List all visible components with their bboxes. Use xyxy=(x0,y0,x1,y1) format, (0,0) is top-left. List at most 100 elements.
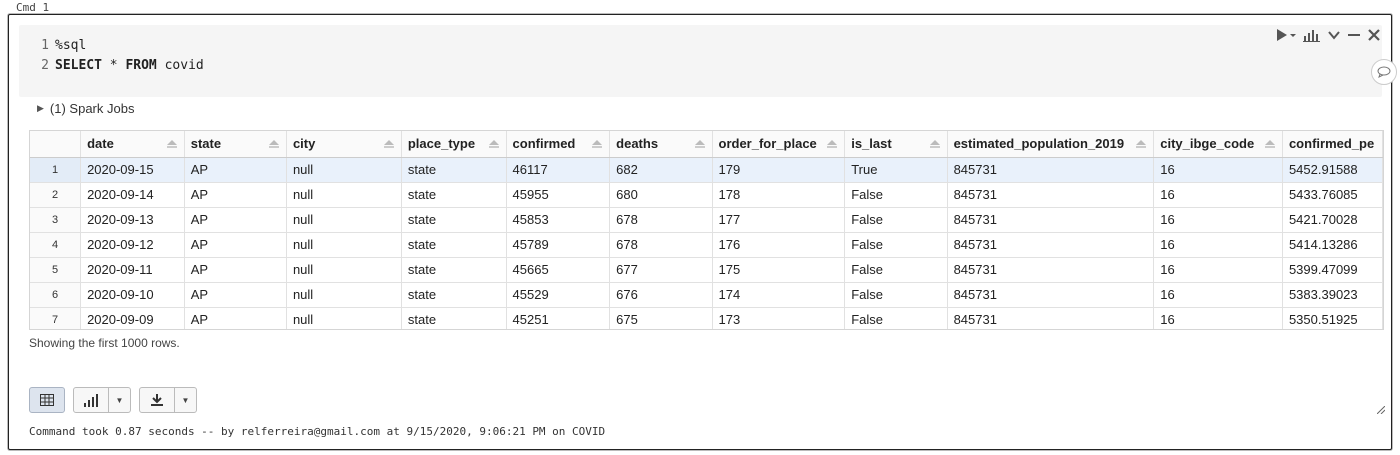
chart-view-button[interactable]: ▼ xyxy=(73,387,131,413)
table-cell-city-ibge-code[interactable]: 16 xyxy=(1153,207,1283,233)
table-cell-is-last[interactable]: False xyxy=(844,207,948,233)
table-cell-is-last[interactable]: True xyxy=(844,157,948,183)
row-number[interactable]: 5 xyxy=(30,257,82,283)
column-header-city[interactable]: city xyxy=(286,131,402,158)
table-cell-is-last[interactable]: False xyxy=(844,307,948,329)
table-cell-date[interactable]: 2020-09-10 xyxy=(80,282,185,308)
column-header-state[interactable]: state xyxy=(184,131,287,158)
sort-icon[interactable] xyxy=(929,138,941,150)
row-number[interactable]: 1 xyxy=(30,157,82,183)
table-cell-confirmed-pe[interactable]: 5414.13286 xyxy=(1282,232,1383,258)
table-cell-place-type[interactable]: state xyxy=(401,207,507,233)
minimize-icon[interactable] xyxy=(1347,26,1361,44)
table-cell-confirmed-pe[interactable]: 5433.76085 xyxy=(1282,182,1383,208)
row-number[interactable]: 2 xyxy=(30,182,82,208)
table-row[interactable]: 7 2020-09-09 AP null state 45251 675 173 False 84… xyxy=(30,307,1383,329)
table-cell-is-last[interactable]: False xyxy=(844,232,948,258)
table-cell-city-ibge-code[interactable]: 16 xyxy=(1153,307,1283,329)
resize-handle-icon[interactable] xyxy=(1376,401,1386,415)
table-cell-city[interactable]: null xyxy=(286,257,402,283)
table-cell-confirmed[interactable]: 45665 xyxy=(506,257,611,283)
table-cell-city-ibge-code[interactable]: 16 xyxy=(1153,282,1283,308)
table-cell-order-for-place[interactable]: 177 xyxy=(712,207,846,233)
table-cell-order-for-place[interactable]: 178 xyxy=(712,182,846,208)
code-line-2[interactable]: 2 SELECT * FROM covid xyxy=(19,56,204,76)
table-row[interactable]: 5 2020-09-11 AP null state 45665 677 175 False 84… xyxy=(30,257,1383,283)
row-number[interactable]: 4 xyxy=(30,232,82,258)
table-cell-date[interactable]: 2020-09-15 xyxy=(80,157,185,183)
table-cell-confirmed[interactable]: 45955 xyxy=(506,182,611,208)
sort-icon[interactable] xyxy=(268,138,280,150)
table-cell-deaths[interactable]: 678 xyxy=(609,207,713,233)
table-cell-state[interactable]: AP xyxy=(184,232,287,258)
column-header-city-ibge-code[interactable]: city_ibge_code xyxy=(1153,131,1283,158)
table-cell-state[interactable]: AP xyxy=(184,157,287,183)
table-cell-estimated-population-2019[interactable]: 845731 xyxy=(947,182,1155,208)
row-number[interactable]: 7 xyxy=(30,307,82,329)
table-cell-confirmed[interactable]: 46117 xyxy=(506,157,611,183)
table-cell-state[interactable]: AP xyxy=(184,257,287,283)
table-cell-order-for-place[interactable]: 179 xyxy=(712,157,846,183)
table-cell-city[interactable]: null xyxy=(286,307,402,329)
comment-icon[interactable] xyxy=(1371,59,1397,85)
table-cell-date[interactable]: 2020-09-13 xyxy=(80,207,185,233)
chart-icon[interactable] xyxy=(1303,26,1321,44)
table-cell-city[interactable]: null xyxy=(286,207,402,233)
table-cell-is-last[interactable]: False xyxy=(844,282,948,308)
table-cell-state[interactable]: AP xyxy=(184,207,287,233)
table-cell-deaths[interactable]: 676 xyxy=(609,282,713,308)
table-cell-estimated-population-2019[interactable]: 845731 xyxy=(947,232,1155,258)
table-cell-deaths[interactable]: 682 xyxy=(609,157,713,183)
table-cell-place-type[interactable]: state xyxy=(401,157,507,183)
table-cell-is-last[interactable]: False xyxy=(844,182,948,208)
chart-dropdown-icon[interactable]: ▼ xyxy=(108,388,130,412)
table-cell-confirmed[interactable]: 45251 xyxy=(506,307,611,329)
table-cell-city[interactable]: null xyxy=(286,282,402,308)
column-header-is-last[interactable]: is_last xyxy=(844,131,948,158)
table-cell-estimated-population-2019[interactable]: 845731 xyxy=(947,282,1155,308)
table-cell-date[interactable]: 2020-09-14 xyxy=(80,182,185,208)
table-cell-place-type[interactable]: state xyxy=(401,232,507,258)
table-cell-deaths[interactable]: 678 xyxy=(609,232,713,258)
column-header-estimated-population-2019[interactable]: estimated_population_2019 xyxy=(947,131,1155,158)
table-cell-state[interactable]: AP xyxy=(184,182,287,208)
table-cell-date[interactable]: 2020-09-11 xyxy=(80,257,185,283)
table-cell-confirmed[interactable]: 45853 xyxy=(506,207,611,233)
table-cell-estimated-population-2019[interactable]: 845731 xyxy=(947,157,1155,183)
results-table-container[interactable]: date state city place_type confirmed deaths or… xyxy=(29,130,1384,330)
table-cell-deaths[interactable]: 680 xyxy=(609,182,713,208)
table-cell-order-for-place[interactable]: 173 xyxy=(712,307,846,329)
table-cell-place-type[interactable]: state xyxy=(401,282,507,308)
table-cell-order-for-place[interactable]: 174 xyxy=(712,282,846,308)
column-header-order-for-place[interactable]: order_for_place xyxy=(712,131,846,158)
collapse-icon[interactable] xyxy=(1327,26,1341,44)
download-button[interactable]: ▼ xyxy=(139,387,197,413)
column-header-date[interactable]: date xyxy=(80,131,185,158)
table-row[interactable]: 6 2020-09-10 AP null state 45529 676 174 False 84… xyxy=(30,282,1383,308)
download-dropdown-icon[interactable]: ▼ xyxy=(174,388,196,412)
table-row[interactable]: 4 2020-09-12 AP null state 45789 678 176 False 84… xyxy=(30,232,1383,258)
code-line-1[interactable]: 1 %sql xyxy=(19,36,86,56)
row-number[interactable]: 6 xyxy=(30,282,82,308)
table-cell-state[interactable]: AP xyxy=(184,282,287,308)
table-cell-place-type[interactable]: state xyxy=(401,307,507,329)
table-cell-confirmed-pe[interactable]: 5421.70028 xyxy=(1282,207,1383,233)
table-cell-order-for-place[interactable]: 175 xyxy=(712,257,846,283)
sort-icon[interactable] xyxy=(1264,138,1276,150)
table-cell-place-type[interactable]: state xyxy=(401,182,507,208)
sort-icon[interactable] xyxy=(383,138,395,150)
table-row[interactable]: 3 2020-09-13 AP null state 45853 678 177 False 84… xyxy=(30,207,1383,233)
table-cell-estimated-population-2019[interactable]: 845731 xyxy=(947,207,1155,233)
table-cell-place-type[interactable]: state xyxy=(401,257,507,283)
table-cell-city-ibge-code[interactable]: 16 xyxy=(1153,257,1283,283)
table-cell-order-for-place[interactable]: 176 xyxy=(712,232,846,258)
table-row[interactable]: 2 2020-09-14 AP null state 45955 680 178 False 84… xyxy=(30,182,1383,208)
spark-jobs-toggle[interactable]: ▶ (1) Spark Jobs xyxy=(37,101,134,116)
row-number[interactable]: 3 xyxy=(30,207,82,233)
table-cell-confirmed-pe[interactable]: 5452.91588 xyxy=(1282,157,1383,183)
column-header-confirmed[interactable]: confirmed xyxy=(506,131,611,158)
table-cell-confirmed-pe[interactable]: 5350.51925 xyxy=(1282,307,1383,329)
table-cell-city-ibge-code[interactable]: 16 xyxy=(1153,232,1283,258)
run-icon[interactable] xyxy=(1275,26,1297,44)
close-icon[interactable] xyxy=(1367,26,1381,44)
